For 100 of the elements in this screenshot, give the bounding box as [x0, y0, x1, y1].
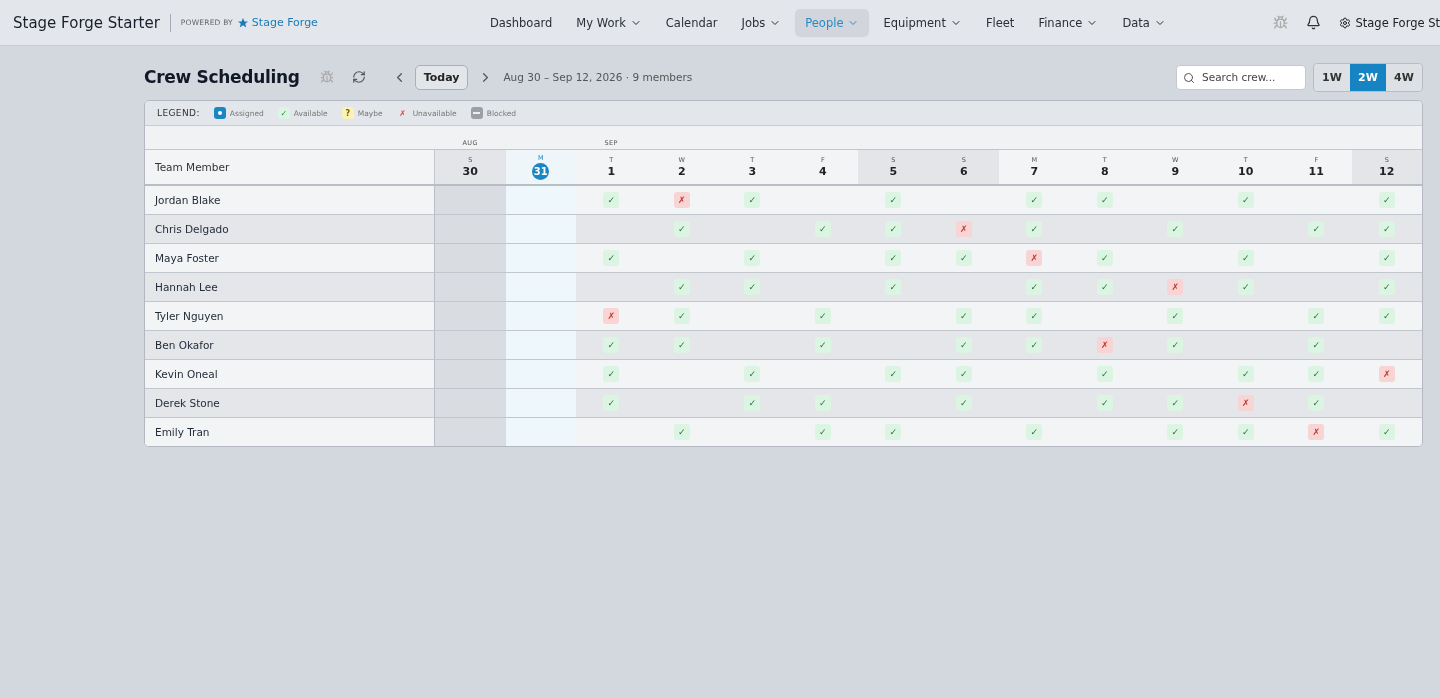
available-mark[interactable]: ✓: [673, 424, 690, 440]
available-mark[interactable]: ✓: [1237, 192, 1254, 208]
unavailable-mark[interactable]: ✗: [1096, 337, 1113, 353]
unavailable-mark[interactable]: ✗: [1167, 279, 1184, 295]
available-mark[interactable]: ✓: [1237, 424, 1254, 440]
date-label: 4: [818, 165, 827, 178]
available-mark[interactable]: ✓: [744, 279, 761, 295]
available-mark[interactable]: ✓: [955, 337, 972, 353]
weekend-cell: [435, 186, 506, 214]
available-mark[interactable]: ✓: [955, 250, 972, 266]
nav-item[interactable]: Jobs: [731, 8, 792, 37]
available-mark[interactable]: ✓: [1026, 192, 1043, 208]
notification-icon[interactable]: [1305, 15, 1321, 30]
available-mark[interactable]: ✓: [814, 337, 831, 353]
available-mark[interactable]: ✓: [885, 192, 902, 208]
nav-item[interactable]: Data: [1112, 8, 1176, 37]
available-mark[interactable]: ✓: [673, 337, 690, 353]
nav-item[interactable]: Equipment: [873, 8, 972, 37]
date-label: 7: [1030, 165, 1039, 178]
nav-item[interactable]: Fleet: [975, 8, 1025, 37]
nav-item[interactable]: Finance: [1028, 8, 1109, 37]
available-mark[interactable]: ✓: [603, 250, 620, 266]
account-menu[interactable]: Stage Forge St: [1338, 15, 1440, 30]
available-mark[interactable]: ✓: [673, 308, 690, 324]
date-label: 1: [607, 165, 616, 178]
bug-icon[interactable]: [1272, 15, 1288, 30]
search-field[interactable]: Search crew...: [1176, 64, 1306, 90]
available-mark[interactable]: ✓: [1237, 250, 1254, 266]
available-mark[interactable]: ✓: [603, 395, 620, 411]
available-mark[interactable]: ✓: [603, 337, 620, 353]
unavailable-mark[interactable]: ✗: [1308, 424, 1325, 440]
legend-label: LEGEND:: [157, 108, 200, 118]
available-mark[interactable]: ✓: [744, 250, 761, 266]
nav-item[interactable]: My Work: [566, 8, 652, 37]
available-mark[interactable]: ✓: [1167, 395, 1184, 411]
available-mark[interactable]: ✓: [814, 395, 831, 411]
nav-item[interactable]: Calendar: [655, 8, 728, 37]
available-mark[interactable]: ✓: [1026, 279, 1043, 295]
available-mark[interactable]: ✓: [603, 366, 620, 382]
available-mark[interactable]: ✓: [744, 192, 761, 208]
unavailable-mark[interactable]: ✗: [1237, 395, 1254, 411]
available-mark[interactable]: ✓: [1026, 308, 1043, 324]
view-toggle[interactable]: 4W: [1386, 63, 1422, 91]
available-mark[interactable]: ✓: [885, 366, 902, 382]
unavailable-mark[interactable]: ✗: [955, 221, 972, 237]
available-mark[interactable]: ✓: [885, 221, 902, 237]
date-label: 8: [1100, 165, 1109, 178]
settings-icon: [1338, 16, 1351, 29]
available-mark[interactable]: ✓: [1167, 308, 1184, 324]
available-mark[interactable]: ✓: [814, 424, 831, 440]
available-mark[interactable]: ✓: [885, 424, 902, 440]
available-mark[interactable]: ✓: [1237, 366, 1254, 382]
app-title: Stage Forge Starter: [13, 13, 160, 32]
available-mark[interactable]: ✓: [1026, 337, 1043, 353]
view-toggle[interactable]: 2W: [1350, 63, 1386, 91]
available-mark[interactable]: ✓: [955, 366, 972, 382]
nav-item[interactable]: Dashboard: [479, 8, 563, 37]
available-mark[interactable]: ✓: [603, 192, 620, 208]
available-mark[interactable]: ✓: [1378, 308, 1395, 324]
available-mark[interactable]: ✓: [1308, 366, 1325, 382]
unavailable-mark[interactable]: ✗: [1378, 366, 1395, 382]
unavailable-mark[interactable]: ✗: [673, 192, 690, 208]
available-mark[interactable]: ✓: [1378, 424, 1395, 440]
available-mark[interactable]: ✓: [955, 308, 972, 324]
available-mark[interactable]: ✓: [955, 395, 972, 411]
unavailable-mark[interactable]: ✗: [603, 308, 620, 324]
unavailable-mark[interactable]: ✗: [1026, 250, 1043, 266]
available-mark[interactable]: ✓: [1167, 424, 1184, 440]
available-mark[interactable]: ✓: [1167, 221, 1184, 237]
available-mark[interactable]: ✓: [1096, 250, 1113, 266]
available-mark[interactable]: ✓: [1096, 279, 1113, 295]
view-toggle[interactable]: 1W: [1314, 63, 1350, 91]
available-mark[interactable]: ✓: [885, 279, 902, 295]
available-mark[interactable]: ✓: [744, 366, 761, 382]
available-mark[interactable]: ✓: [1026, 221, 1043, 237]
date-label: 2: [677, 165, 686, 178]
available-mark[interactable]: ✓: [1237, 279, 1254, 295]
available-mark[interactable]: ✓: [1308, 308, 1325, 324]
available-mark[interactable]: ✓: [1308, 395, 1325, 411]
available-mark[interactable]: ✓: [1167, 337, 1184, 353]
available-mark[interactable]: ✓: [673, 279, 690, 295]
available-mark[interactable]: ✓: [1378, 279, 1395, 295]
page-title: Crew Scheduling: [144, 67, 300, 87]
available-mark[interactable]: ✓: [1096, 366, 1113, 382]
date-label: 3: [748, 165, 757, 178]
available-mark[interactable]: ✓: [885, 250, 902, 266]
available-mark[interactable]: ✓: [814, 221, 831, 237]
date-label: 30: [462, 165, 478, 178]
available-mark[interactable]: ✓: [1096, 395, 1113, 411]
available-mark[interactable]: ✓: [673, 221, 690, 237]
available-mark[interactable]: ✓: [744, 395, 761, 411]
available-mark[interactable]: ✓: [1378, 221, 1395, 237]
available-mark[interactable]: ✓: [1026, 424, 1043, 440]
available-mark[interactable]: ✓: [1308, 221, 1325, 237]
available-mark[interactable]: ✓: [1308, 337, 1325, 353]
available-mark[interactable]: ✓: [1378, 192, 1395, 208]
available-mark[interactable]: ✓: [814, 308, 831, 324]
today-button[interactable]: Today: [414, 64, 469, 90]
available-mark[interactable]: ✓: [1096, 192, 1113, 208]
available-mark[interactable]: ✓: [1378, 250, 1395, 266]
